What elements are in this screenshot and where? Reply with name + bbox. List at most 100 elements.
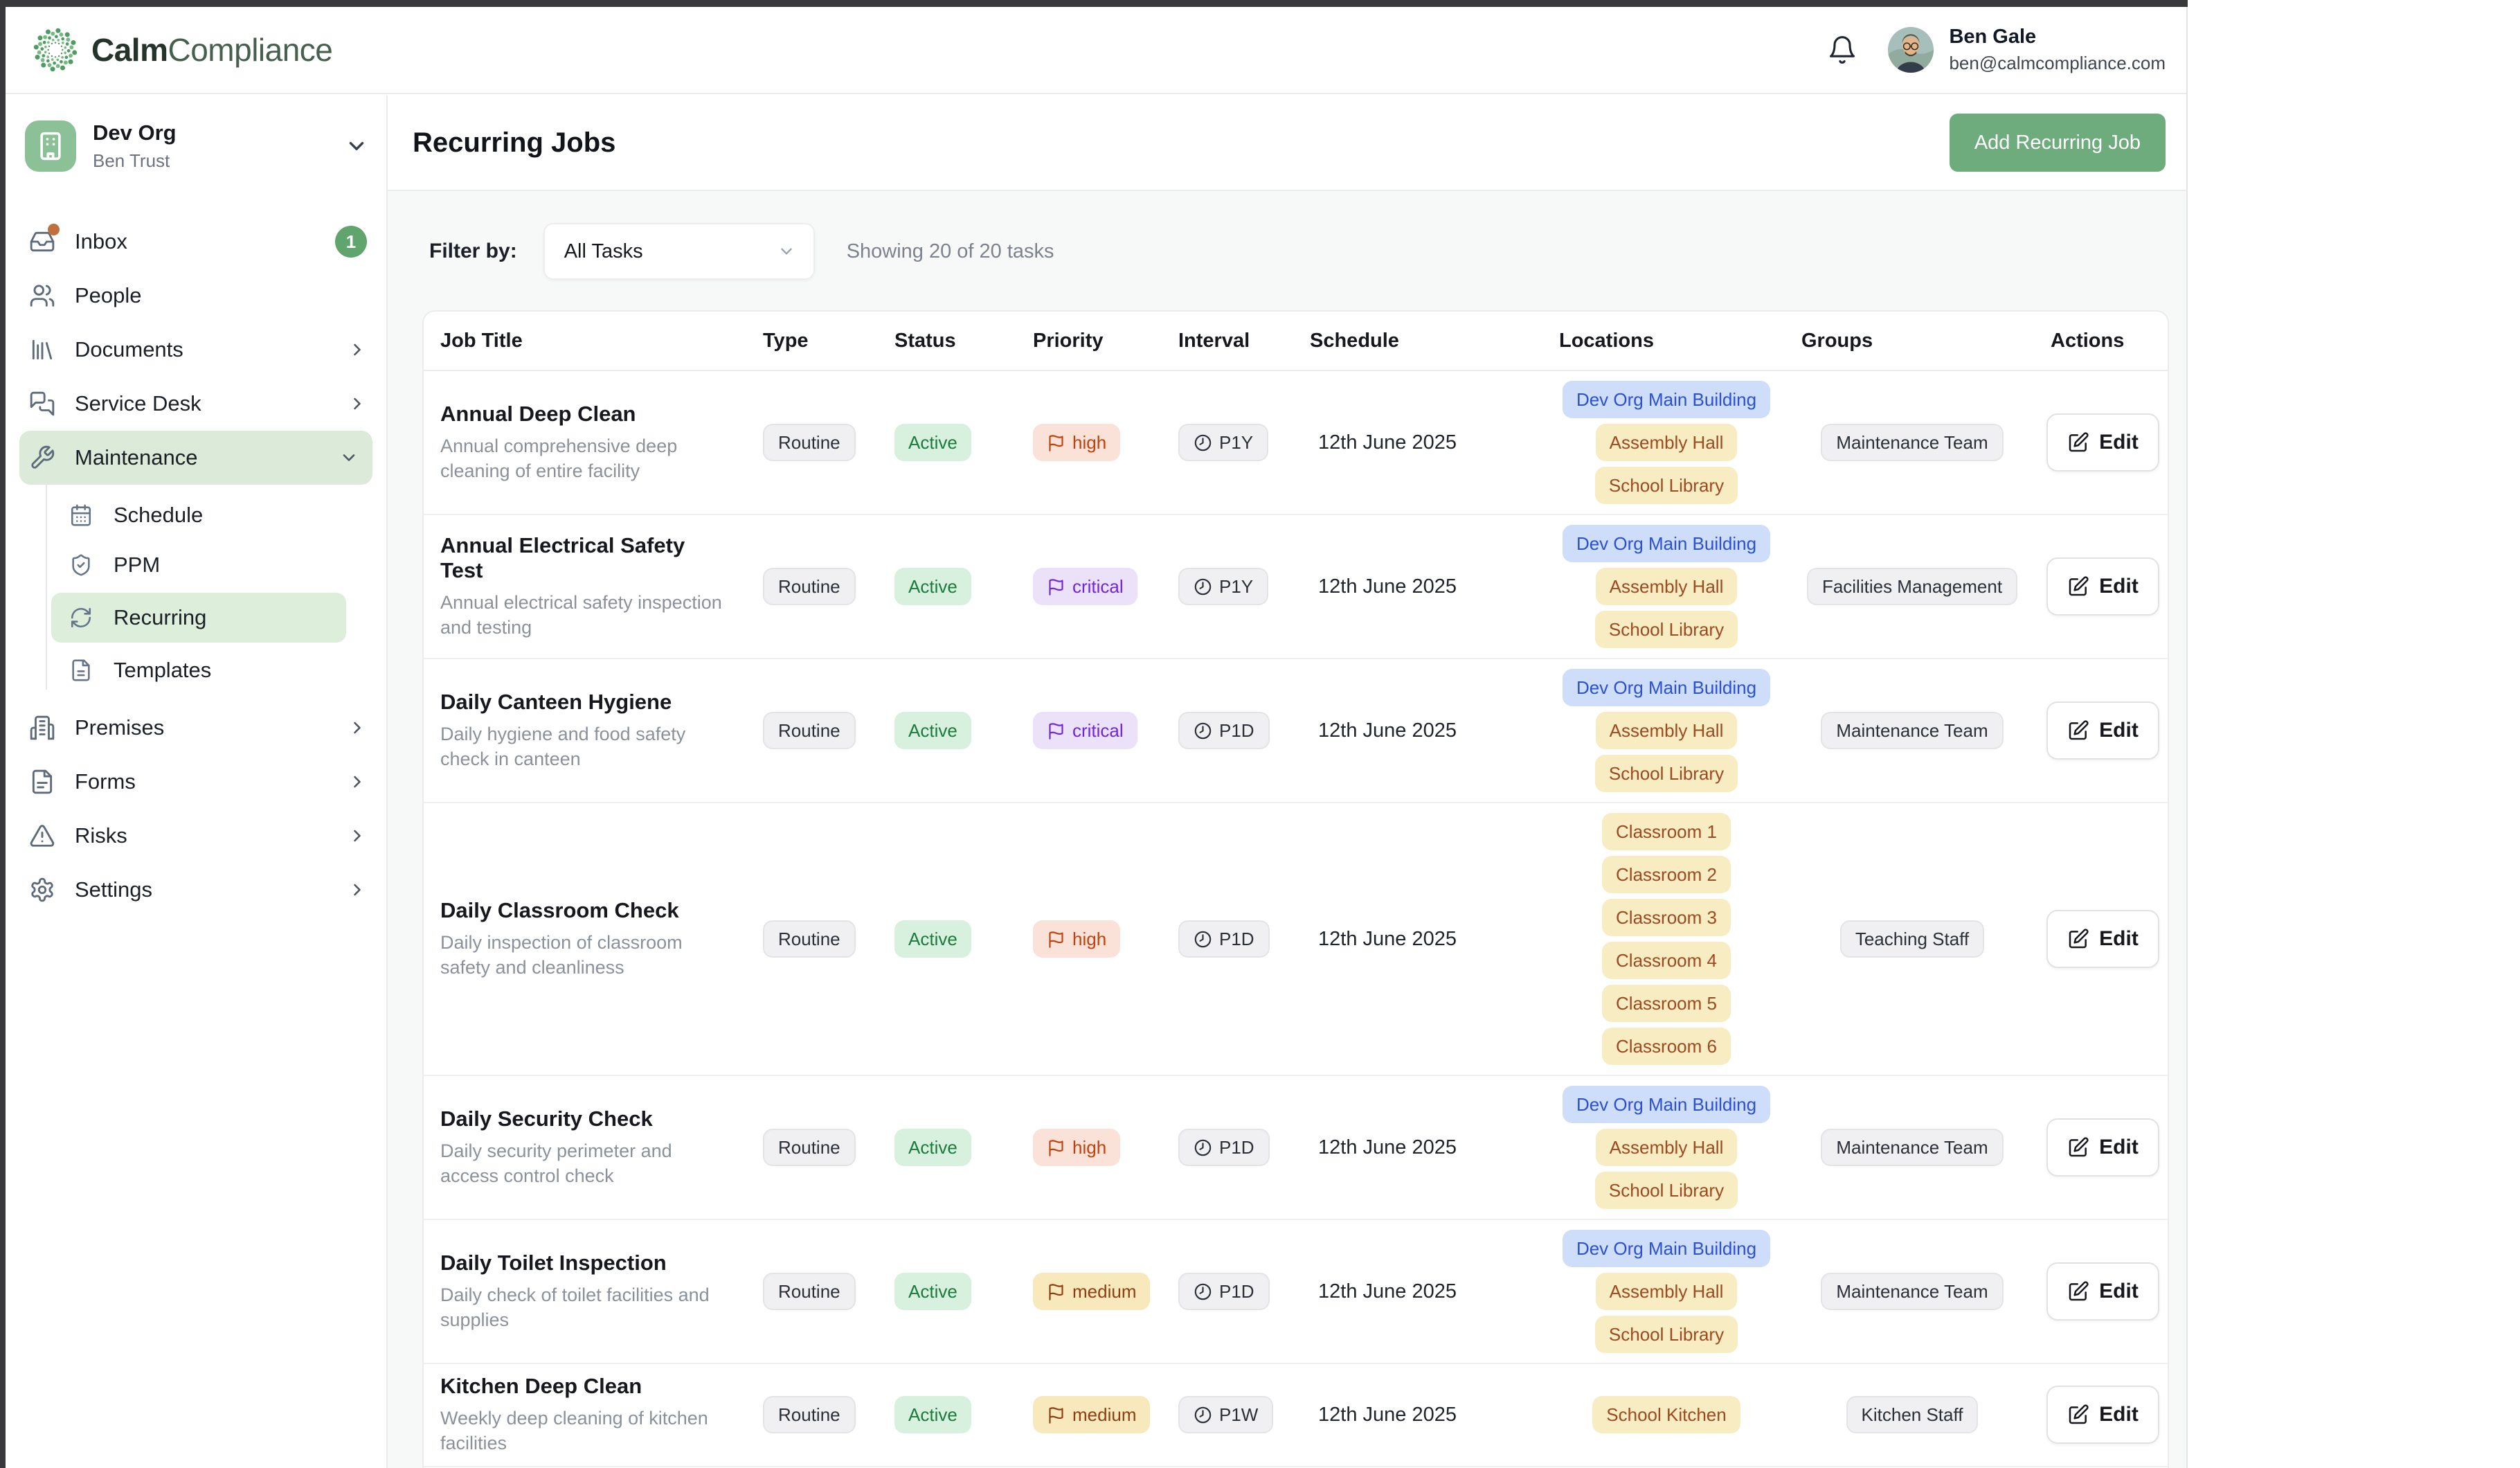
avatar[interactable]	[1888, 27, 1934, 73]
org-switcher[interactable]: Dev Org Ben Trust	[6, 104, 386, 190]
chevron-right-icon	[348, 340, 367, 359]
edit-button[interactable]: Edit	[2046, 413, 2159, 472]
sidebar-nav: Inbox1PeopleDocumentsService Desk Mainten…	[6, 215, 386, 917]
sidebar-item-risks[interactable]: Risks	[6, 809, 386, 863]
sidebar-item-settings[interactable]: Settings	[6, 863, 386, 917]
flag-icon	[1047, 1138, 1065, 1157]
chat-icon	[29, 391, 55, 417]
schedule-date: 12th June 2025	[1310, 575, 1457, 598]
column-header-priority: Priority	[1019, 330, 1164, 352]
interval-cell: P1Y	[1164, 424, 1296, 461]
group-cell: Maintenance Team	[1788, 1129, 2037, 1166]
job-title: Daily Canteen Hygiene	[440, 690, 728, 715]
sidebar-item-inbox[interactable]: Inbox1	[6, 215, 386, 269]
job-description: Daily check of toilet facilities and sup…	[440, 1282, 728, 1333]
group-cell: Maintenance Team	[1788, 1273, 2037, 1310]
inbox-unread-badge: 1	[335, 226, 367, 258]
interval-pill: P1D	[1178, 920, 1270, 958]
status-badge: Active	[894, 1129, 971, 1166]
edit-button[interactable]: Edit	[2046, 910, 2159, 968]
status-badge: Active	[894, 712, 971, 749]
refresh-icon	[69, 606, 93, 629]
edit-button[interactable]: Edit	[2046, 1118, 2159, 1176]
interval-pill: P1W	[1178, 1396, 1273, 1433]
table-row: Daily Toilet InspectionDaily check of to…	[424, 1219, 2168, 1363]
job-title-cell: Daily Toilet InspectionDaily check of to…	[424, 1251, 749, 1333]
priority-label: medium	[1072, 1281, 1136, 1303]
add-recurring-job-button[interactable]: Add Recurring Job	[1950, 114, 2166, 172]
sidebar-item-forms[interactable]: Forms	[6, 755, 386, 809]
sidebar-item-label: Maintenance	[75, 445, 198, 470]
sidebar-item-service-desk[interactable]: Service Desk	[6, 377, 386, 431]
actions-cell: Edit	[2037, 413, 2169, 472]
interval-pill: P1D	[1178, 1129, 1270, 1166]
sidebar-item-recurring[interactable]: Recurring	[51, 593, 346, 643]
app-window: CalmCompliance	[0, 0, 2188, 1468]
actions-cell: Edit	[2037, 1262, 2169, 1321]
locations-cell: Classroom 1Classroom 2Classroom 3Classro…	[1545, 813, 1788, 1065]
flag-icon	[1047, 1282, 1065, 1301]
edit-button[interactable]: Edit	[2046, 1386, 2159, 1444]
status-cell: Active	[881, 1396, 1019, 1433]
recurring-jobs-table: Job TitleTypeStatusPriorityIntervalSched…	[422, 310, 2169, 1468]
location-tag: School Library	[1595, 467, 1738, 504]
type-pill: Routine	[763, 568, 856, 605]
screen: CalmCompliance	[0, 0, 2520, 1468]
chevron-down-icon	[339, 448, 359, 467]
column-header-type: Type	[749, 330, 881, 352]
warning-icon	[29, 823, 55, 849]
bell-icon[interactable]	[1827, 35, 1857, 65]
job-description: Annual electrical safety inspection and …	[440, 590, 728, 641]
job-description: Annual comprehensive deep cleaning of en…	[440, 433, 728, 484]
chat-icon-wrap	[29, 391, 55, 417]
status-cell: Active	[881, 712, 1019, 749]
wrench-icon-wrap	[29, 445, 55, 471]
location-tag: Dev Org Main Building	[1563, 1086, 1770, 1123]
flag-icon	[1047, 930, 1065, 949]
calendar-icon-wrap	[69, 503, 93, 527]
type-pill: Routine	[763, 1129, 856, 1166]
interval-cell: P1D	[1164, 712, 1296, 749]
status-cell: Active	[881, 1129, 1019, 1166]
location-tag: School Library	[1595, 755, 1738, 792]
sidebar-item-ppm[interactable]: PPM	[6, 540, 386, 590]
edit-icon	[2067, 719, 2089, 742]
calendar-icon	[69, 503, 93, 527]
location-tag: Dev Org Main Building	[1563, 1230, 1770, 1267]
sidebar-item-premises[interactable]: Premises	[6, 701, 386, 755]
type-pill: Routine	[763, 424, 856, 461]
clock-icon	[1194, 578, 1212, 596]
clock-icon	[1194, 1282, 1212, 1301]
sidebar-item-people[interactable]: People	[6, 269, 386, 323]
sidebar-item-label: Settings	[75, 877, 152, 902]
sidebar-item-documents[interactable]: Documents	[6, 323, 386, 377]
interval-label: P1D	[1219, 929, 1254, 950]
edit-button[interactable]: Edit	[2046, 1262, 2159, 1321]
interval-pill: P1Y	[1178, 424, 1268, 461]
user-name: Ben Gale	[1949, 26, 2166, 48]
org-avatar	[25, 120, 76, 172]
edit-button[interactable]: Edit	[2046, 557, 2159, 616]
library-icon-wrap	[29, 337, 55, 363]
file-icon-wrap	[69, 659, 93, 682]
buildings-icon-wrap	[29, 715, 55, 741]
edit-button[interactable]: Edit	[2046, 701, 2159, 760]
sidebar-item-maintenance[interactable]: Maintenance	[19, 431, 372, 485]
inbox-icon-wrap	[29, 229, 55, 255]
schedule-date: 12th June 2025	[1310, 431, 1457, 454]
sidebar-item-templates[interactable]: Templates	[6, 645, 386, 695]
sidebar-item-schedule[interactable]: Schedule	[6, 490, 386, 540]
clock-icon	[1194, 930, 1212, 949]
location-tag: Assembly Hall	[1596, 1129, 1738, 1166]
flag-icon	[1047, 578, 1065, 596]
location-tag: School Library	[1595, 1172, 1738, 1209]
schedule-cell: 12th June 2025	[1296, 1136, 1545, 1159]
filter-row: Filter by: All Tasks Showing 20 of 20 ta…	[429, 223, 2186, 280]
status-cell: Active	[881, 568, 1019, 605]
task-filter-select[interactable]: All Tasks	[543, 223, 815, 280]
file-icon	[69, 659, 93, 682]
location-tag: School Kitchen	[1592, 1396, 1740, 1433]
sidebar-item-label: PPM	[114, 553, 160, 578]
edit-icon	[2067, 928, 2089, 950]
edit-button-label: Edit	[2099, 431, 2139, 454]
